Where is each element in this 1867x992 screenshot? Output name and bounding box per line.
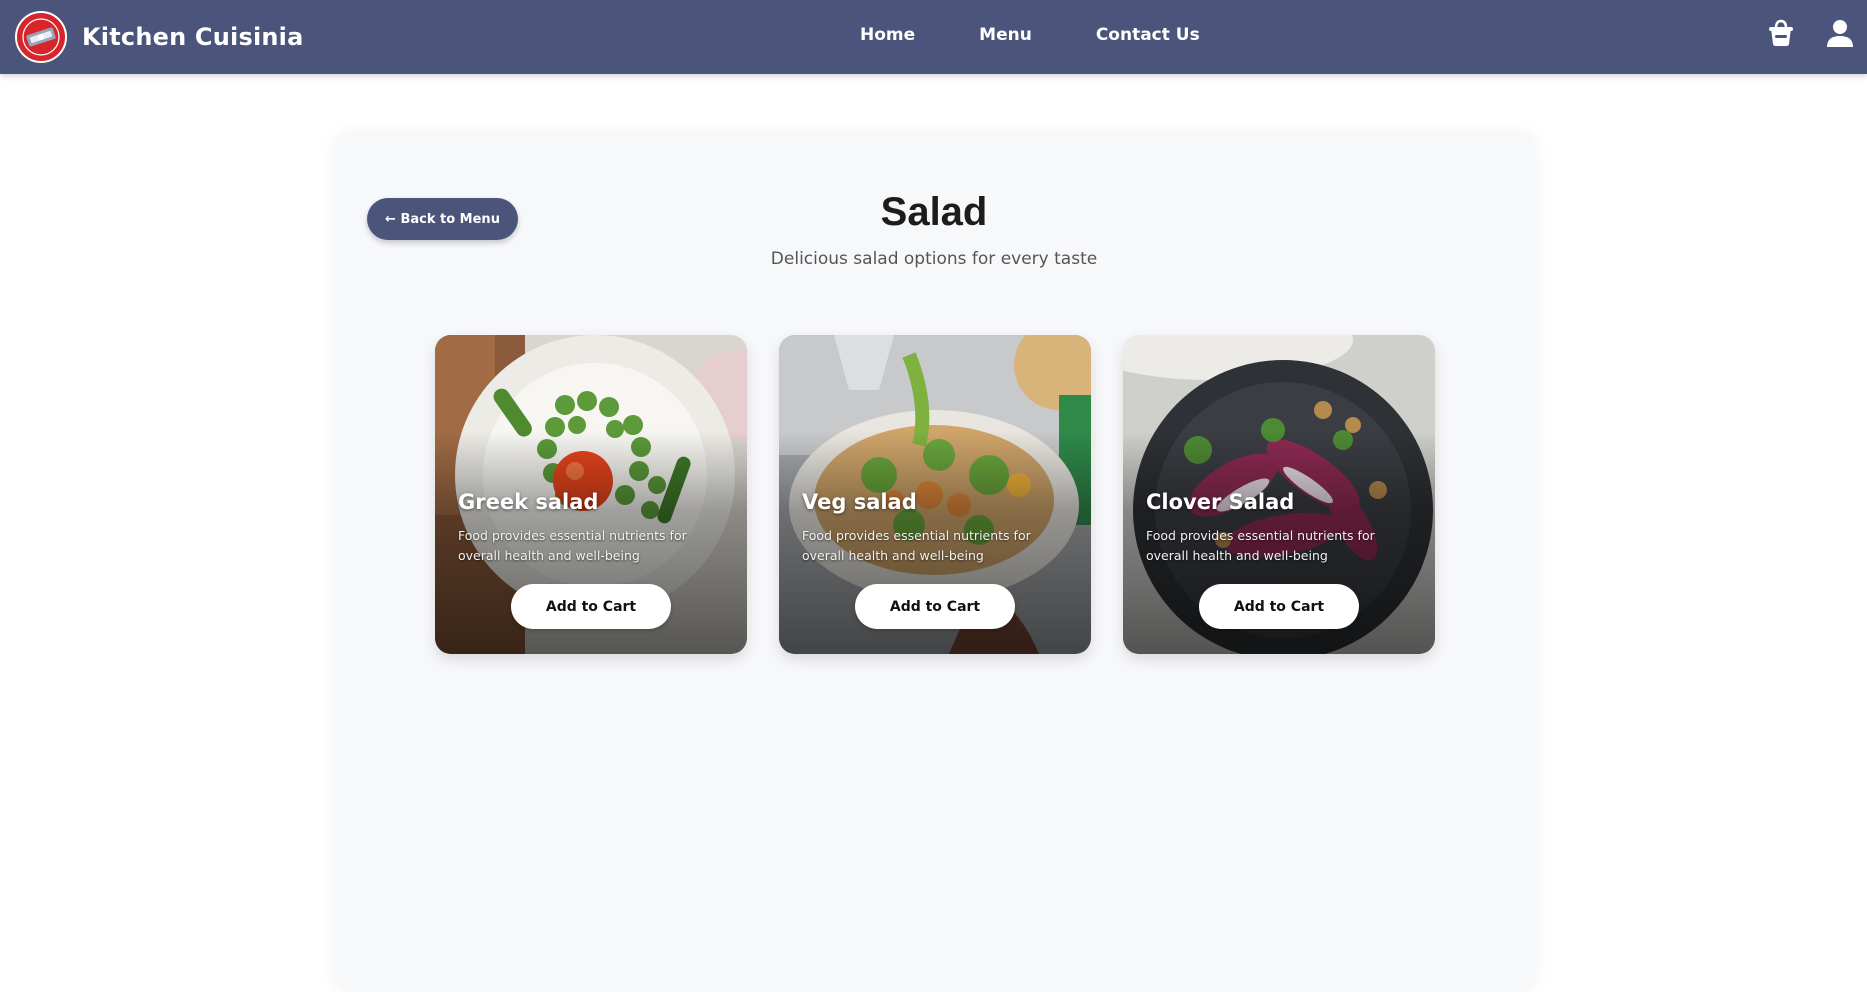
nav-home-link[interactable]: Home [860,25,915,45]
item-name: Clover Salad [1146,490,1295,514]
brand-name: Kitchen Cuisinia [82,23,304,51]
nav-menu-link[interactable]: Menu [979,25,1032,45]
item-description: Food provides essential nutrients for ov… [802,528,1031,563]
item-name: Veg salad [802,490,917,514]
back-to-menu-button[interactable]: ← Back to Menu [367,198,518,240]
logo-icon [15,11,67,63]
page-title: Salad [880,190,988,234]
brand[interactable]: Kitchen Cuisinia [14,10,303,64]
nav-links: Home Menu Contact Us [860,0,1200,70]
item-description: Food provides essential nutrients for ov… [1146,528,1375,563]
user-icon[interactable] [1826,18,1854,48]
product-card[interactable]: Greek salad Food provides essential nutr… [435,335,747,654]
add-to-cart-button[interactable]: Add to Cart [1199,584,1359,629]
item-description: Food provides essential nutrients for ov… [458,528,687,563]
add-to-cart-button[interactable]: Add to Cart [855,584,1015,629]
add-to-cart-button[interactable]: Add to Cart [511,584,671,629]
product-card[interactable]: Veg salad Food provides essential nutrie… [779,335,1091,654]
page-subtitle: Delicious salad options for every taste [770,249,1098,269]
basket-icon[interactable] [1767,18,1795,48]
item-name: Greek salad [458,490,599,514]
product-card[interactable]: Clover Salad Food provides essential nut… [1123,335,1435,654]
top-navbar: Kitchen Cuisinia Home Menu Contact Us [0,0,1867,74]
nav-contact-link[interactable]: Contact Us [1096,25,1200,45]
